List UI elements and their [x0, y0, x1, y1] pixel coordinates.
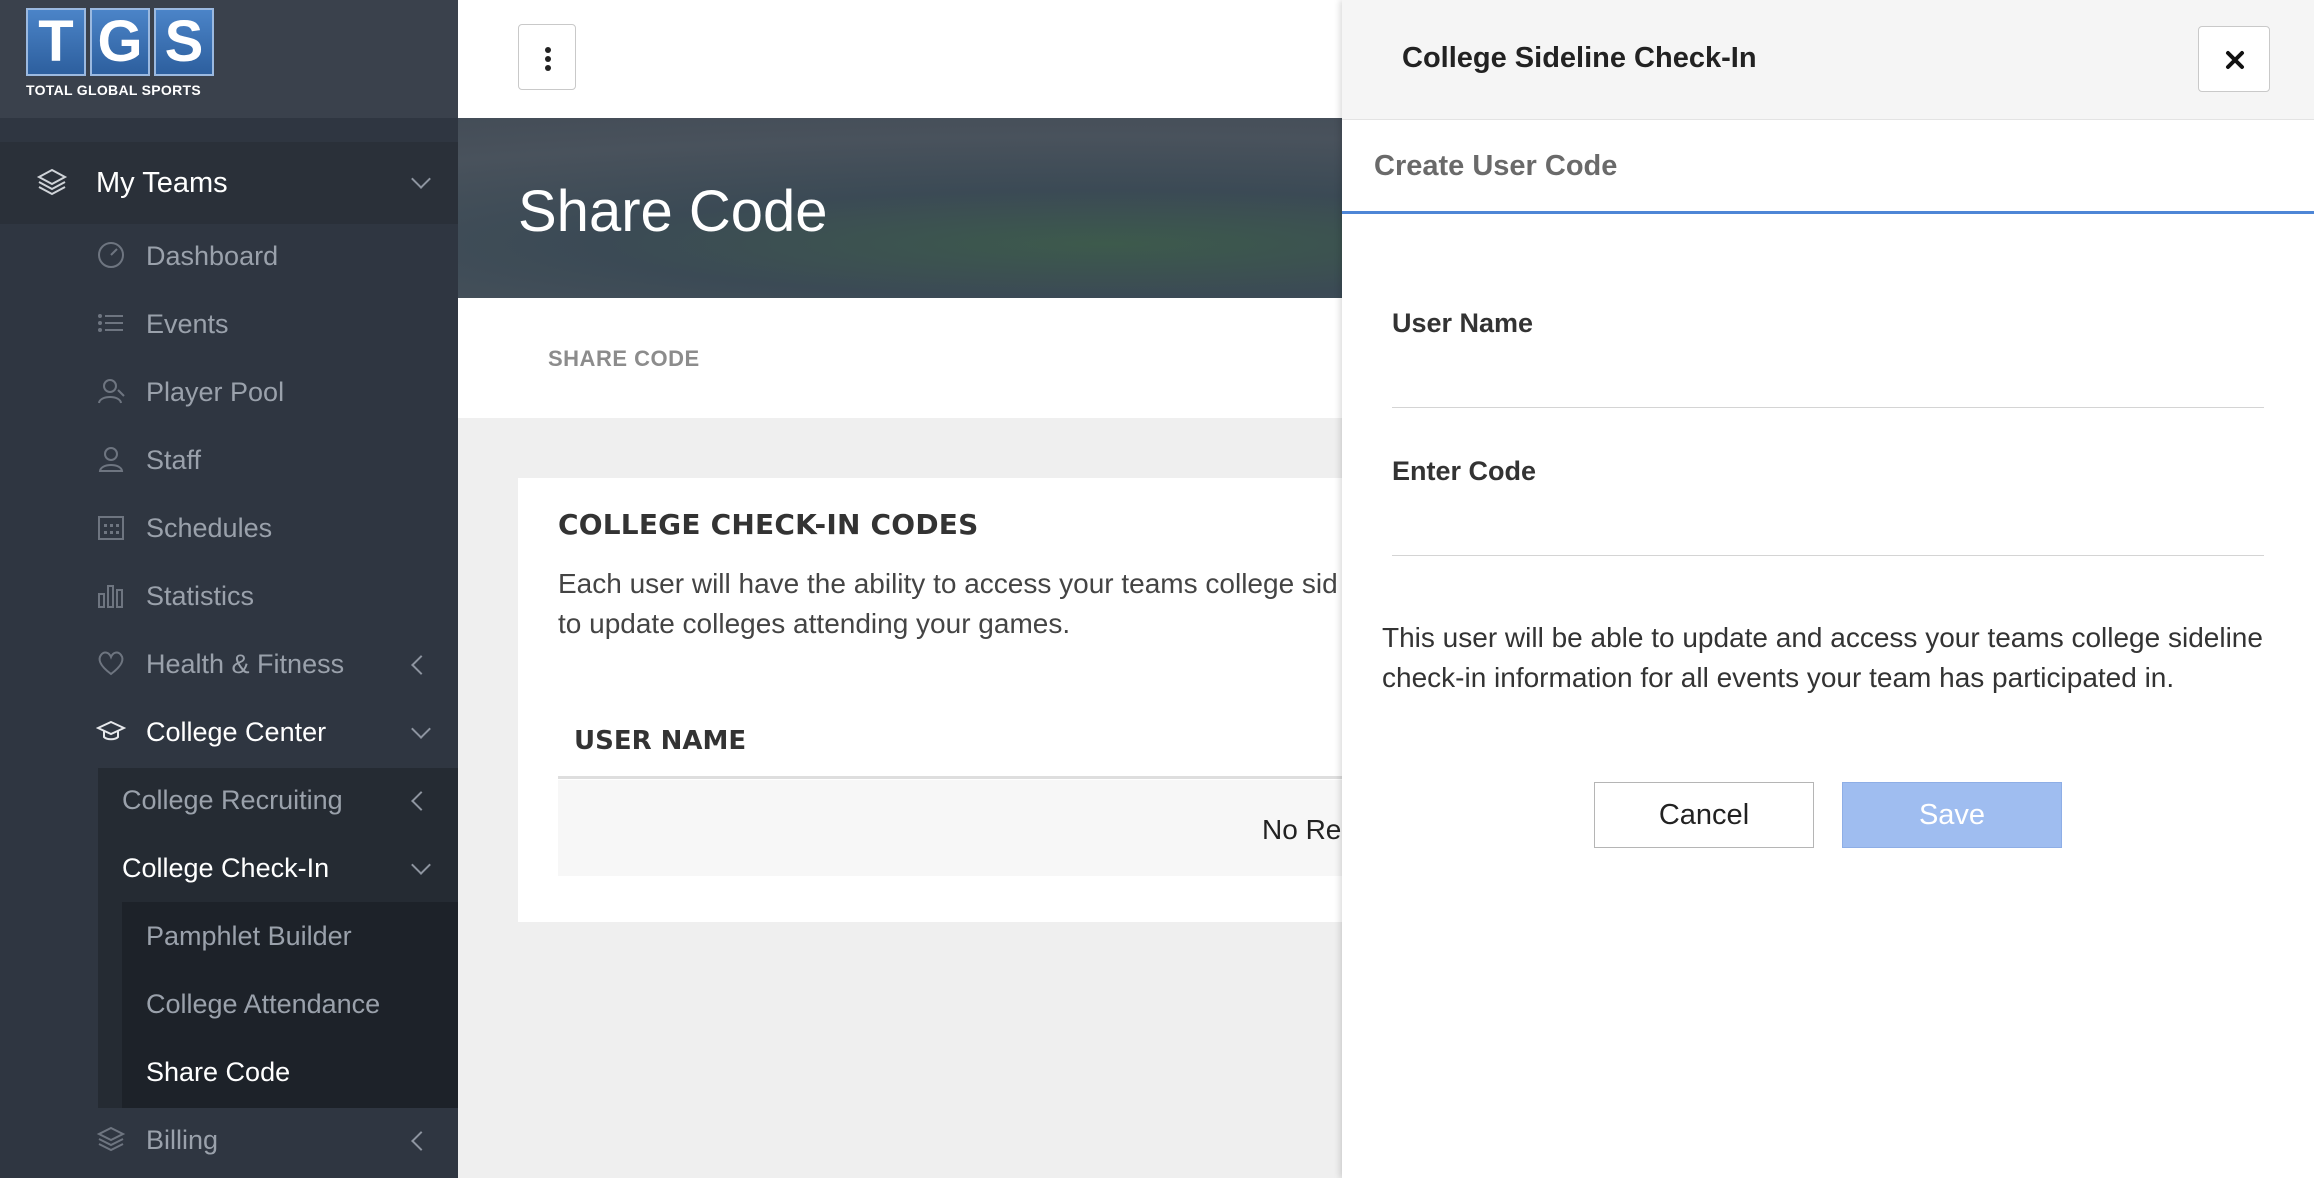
vertical-dots-icon [545, 47, 551, 74]
sidebar-item-college-check-in[interactable]: College Check-In [0, 834, 458, 902]
logo-bar: T G S TOTAL GLOBAL SPORTS [0, 0, 458, 118]
sidebar-item-label: College Check-In [122, 852, 330, 883]
logo-letter-g: G [90, 8, 150, 76]
sidebar-item-label: Billing [146, 1124, 219, 1155]
tgs-logo[interactable]: T G S TOTAL GLOBAL SPORTS [26, 8, 218, 104]
card-heading: COLLEGE CHECK-IN CODES [558, 508, 979, 541]
sidebar-item-label: Staff [146, 444, 202, 475]
enter-code-label: Enter Code [1392, 456, 1537, 486]
logo-letter-s: S [154, 8, 214, 76]
sidebar-item-label: College Center [146, 716, 327, 747]
user-name-field[interactable] [1392, 364, 2264, 408]
sidebar-item-player-pool[interactable]: Player Pool [0, 358, 458, 426]
sidebar-item-label: Dashboard [146, 240, 279, 271]
card-description: Each user will have the ability to acces… [558, 564, 1458, 644]
close-button[interactable] [2198, 26, 2270, 92]
layers-icon [36, 168, 68, 196]
sidebar-item-billing[interactable]: Billing [0, 1106, 458, 1174]
create-user-code-drawer: College Sideline Check-In Create User Co… [1342, 0, 2314, 1178]
logo-letter-t: T [26, 8, 86, 76]
chevron-left-icon [411, 1131, 431, 1151]
sidebar-item-label: College Recruiting [122, 784, 343, 815]
calendar-icon [98, 516, 124, 540]
sidebar-item-college-center[interactable]: College Center [0, 698, 458, 766]
sidebar-item-label: Schedules [146, 512, 273, 543]
layers-icon [96, 1126, 126, 1152]
tab-share-code[interactable]: SHARE CODE [548, 346, 700, 372]
sidebar-item-label: Player Pool [146, 376, 285, 407]
chevron-left-icon [411, 655, 431, 675]
drawer-subtitle-bar: Create User Code [1342, 122, 2314, 214]
chevron-left-icon [411, 791, 431, 811]
sidebar-item-label: My Teams [96, 166, 228, 199]
sidebar-item-label: Statistics [146, 580, 255, 611]
save-button[interactable]: Save [1842, 782, 2062, 848]
card-description-line: to update colleges attending your games. [558, 608, 1071, 639]
sidebar-item-college-attendance[interactable]: College Attendance [0, 970, 458, 1038]
drawer-header: College Sideline Check-In [1342, 0, 2314, 120]
close-icon [2226, 51, 2244, 69]
sidebar-item-college-recruiting[interactable]: College Recruiting [0, 766, 458, 834]
chevron-down-icon [411, 169, 431, 189]
user-name-label: User Name [1392, 308, 1534, 338]
bar-chart-icon [98, 585, 123, 608]
staff-icon [98, 447, 124, 472]
drawer-info-text: This user will be able to update and acc… [1382, 622, 2263, 693]
sidebar-item-pamphlet-builder[interactable]: Pamphlet Builder [0, 902, 458, 970]
sidebar-item-label: Events [146, 308, 229, 339]
sidebar-item-label: College Attendance [146, 988, 381, 1019]
more-menu-button[interactable] [518, 24, 576, 90]
chevron-down-icon [411, 719, 431, 739]
sidebar-item-events[interactable]: Events [0, 290, 458, 358]
sidebar-item-health-fitness[interactable]: Health & Fitness [0, 630, 458, 698]
sidebar-item-share-code[interactable]: Share Code [0, 1038, 458, 1106]
sidebar-item-schedules[interactable]: Schedules [0, 494, 458, 562]
sidebar: T G S TOTAL GLOBAL SPORTS My Teams Dashb… [0, 0, 458, 1178]
player-icon [98, 379, 125, 404]
sidebar-item-statistics[interactable]: Statistics [0, 562, 458, 630]
sidebar-item-label: Health & Fitness [146, 648, 345, 679]
card-description-line: Each user will have the ability to acces… [558, 568, 1338, 599]
sidebar-item-label: Pamphlet Builder [146, 920, 352, 951]
chevron-down-icon [411, 855, 431, 875]
column-header-user-name[interactable]: USER NAME [574, 726, 746, 756]
heart-icon [98, 651, 124, 676]
drawer-subtitle: Create User Code [1374, 150, 1618, 182]
sidebar-item-dashboard[interactable]: Dashboard [0, 222, 458, 290]
page-title: Share Code [518, 179, 828, 244]
dashboard-icon [98, 242, 124, 268]
empty-state-text: No Re [1262, 814, 1342, 845]
drawer-title: College Sideline Check-In [1402, 42, 1757, 74]
list-icon [98, 314, 123, 332]
logo-tagline: TOTAL GLOBAL SPORTS [26, 82, 202, 98]
enter-code-field[interactable] [1392, 512, 2264, 556]
sidebar-item-label: Share Code [146, 1056, 291, 1087]
cancel-button[interactable]: Cancel [1594, 782, 1814, 848]
sidebar-item-staff[interactable]: Staff [0, 426, 458, 494]
sidebar-item-my-teams[interactable]: My Teams [0, 142, 458, 224]
graduation-cap-icon [96, 720, 126, 741]
